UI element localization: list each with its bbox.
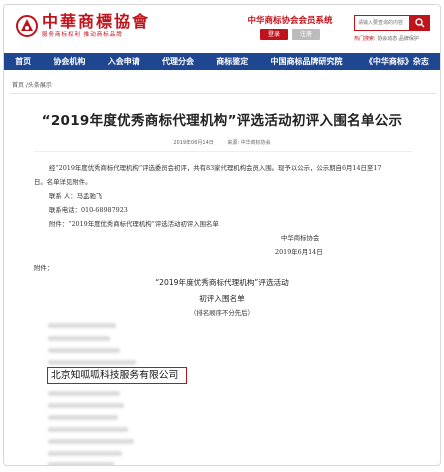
signature-org: 中华商标协会 — [281, 234, 320, 242]
contact-phone: 联系电话：010-68987923 — [49, 206, 128, 214]
divider — [10, 93, 436, 94]
register-button[interactable]: 注册 — [292, 29, 320, 40]
list-title: “2019年度优秀商标代理机构”评选活动 — [155, 278, 289, 287]
list-item — [48, 415, 118, 420]
nav-item-home[interactable]: 首页 — [4, 53, 42, 70]
list-item — [48, 462, 114, 465]
highlighted-company: 北京知呱呱科技服务有限公司 — [51, 370, 179, 381]
meta-divider — [34, 151, 412, 152]
list-item — [48, 439, 134, 444]
main-nav: 首页 协会机构 入会申请 代理分会 商标鉴定 中国商标品牌研究院 《中华商标》杂… — [4, 53, 440, 70]
nav-item-trademark-appraisal[interactable]: 商标鉴定 — [205, 53, 259, 70]
article-title: “2019年度优秀商标代理机构”评选活动初评入围名单公示 — [41, 113, 403, 129]
contact-person: 联系 人：马孟驰飞 — [49, 192, 103, 200]
search-button[interactable] — [410, 15, 430, 31]
association-logo-icon — [16, 15, 38, 37]
article-meta: 2019年06月14日 来源: 中华商标协会 — [4, 139, 440, 146]
browser-frame: 中華商標協會 服务商标权利 推动商标品牌 中华商标协会会员系统 登录 注册 热门… — [3, 4, 441, 466]
nav-item-agency-branch[interactable]: 代理分会 — [151, 53, 205, 70]
member-system: 中华商标协会会员系统 登录 注册 — [235, 14, 345, 40]
hot-search: 热门搜索: 协会动态 品牌保护 — [354, 35, 419, 42]
article-date: 2019年06月14日 — [173, 140, 214, 146]
attachment-note[interactable]: 附件：“2019年度优秀商标代理机构”评选活动初评入围名单 — [49, 219, 219, 230]
hot-search-label: 热门搜索: — [354, 36, 376, 42]
attachment-label: 附件： — [34, 264, 54, 272]
article-source: 来源: 中华商标协会 — [227, 140, 271, 146]
hot-search-terms[interactable]: 协会动态 品牌保护 — [377, 36, 419, 42]
list-item — [48, 336, 110, 341]
list-note: （排名顺序不分先后） — [190, 309, 254, 317]
list-item — [48, 427, 128, 432]
logo-subtitle: 服务商标权利 推动商标品牌 — [42, 32, 123, 38]
logo-title: 中華商標協會 — [42, 12, 151, 31]
site-logo[interactable]: 中華商標協會 服务商标权利 推动商标品牌 — [16, 13, 150, 39]
signature-date: 2019年6月14日 — [275, 248, 323, 256]
search-box — [354, 15, 430, 31]
list-item — [48, 451, 122, 456]
member-system-title[interactable]: 中华商标协会会员系统 — [235, 14, 345, 26]
paragraph-line: 日。名单详见附件。 — [34, 178, 92, 186]
search-icon — [415, 18, 425, 28]
list-item — [48, 348, 120, 353]
list-subtitle: 初评入围名单 — [199, 294, 245, 303]
nav-item-membership[interactable]: 入会申请 — [97, 53, 151, 70]
paragraph-line: 经“2019年度优秀商标代理机构”评选委员会初评，共有83家代理机构会员入围。现… — [49, 164, 382, 172]
breadcrumb[interactable]: 首页 /头条展示 — [12, 80, 52, 89]
list-item — [48, 391, 120, 396]
nav-item-brand-institute[interactable]: 中国商标品牌研究院 — [259, 53, 353, 70]
list-item — [48, 403, 124, 408]
nav-item-magazine[interactable]: 《中华商标》杂志 — [354, 53, 440, 70]
list-item — [48, 323, 116, 328]
site-header: 中華商標協會 服务商标权利 推动商标品牌 中华商标协会会员系统 登录 注册 热门… — [4, 5, 440, 49]
login-button[interactable]: 登录 — [260, 29, 288, 40]
nav-item-organization[interactable]: 协会机构 — [42, 53, 96, 70]
list-item — [48, 360, 136, 365]
search-input[interactable] — [354, 15, 410, 31]
